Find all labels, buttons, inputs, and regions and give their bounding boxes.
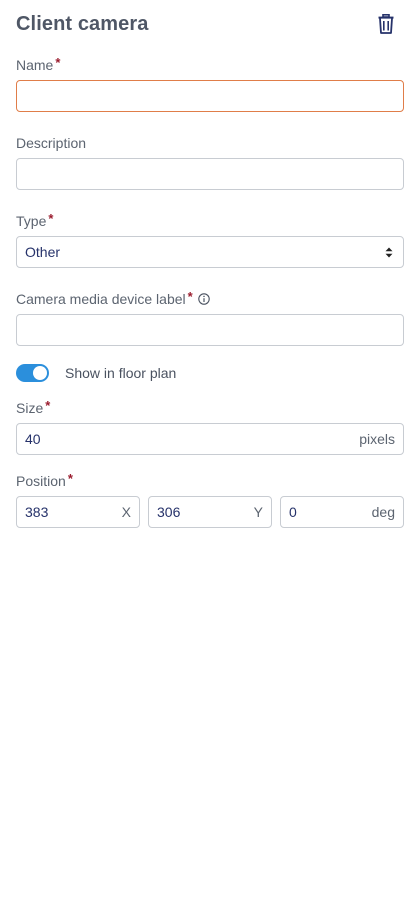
position-y-input[interactable] xyxy=(157,504,248,520)
position-label: Position * xyxy=(16,470,404,490)
description-input[interactable] xyxy=(25,166,395,182)
description-field[interactable] xyxy=(16,158,404,190)
position-label-text: Position xyxy=(16,473,66,489)
size-label-text: Size xyxy=(16,400,44,416)
required-marker: * xyxy=(67,470,73,486)
info-circle-icon[interactable] xyxy=(197,293,210,305)
panel-title: Client camera xyxy=(16,12,149,35)
floor-plan-toggle-label: Show in floor plan xyxy=(65,365,177,381)
type-label: Type * xyxy=(16,210,404,230)
position-x-input[interactable] xyxy=(25,504,116,520)
rotation-field[interactable]: deg xyxy=(280,496,404,528)
size-field[interactable]: pixels xyxy=(16,423,404,455)
floor-plan-toggle[interactable] xyxy=(16,364,49,382)
camera-label-input[interactable] xyxy=(25,322,395,338)
size-unit: pixels xyxy=(359,431,395,447)
name-label: Name * xyxy=(16,54,404,74)
rotation-unit: deg xyxy=(371,504,395,520)
sort-arrows-icon xyxy=(385,247,393,258)
panel-header: Client camera xyxy=(16,0,404,48)
required-marker: * xyxy=(48,210,54,226)
camera-label-label-text: Camera media device label xyxy=(16,291,186,307)
position-y-field[interactable]: Y xyxy=(148,496,272,528)
camera-label-label: Camera media device label * xyxy=(16,288,404,307)
position-row: X Y deg xyxy=(16,496,404,528)
camera-label-field[interactable] xyxy=(16,314,404,346)
name-input[interactable] xyxy=(25,88,395,104)
type-select[interactable]: Other xyxy=(16,236,404,268)
description-label: Description xyxy=(16,135,404,151)
toggle-knob xyxy=(33,366,47,380)
position-x-unit: X xyxy=(121,504,131,520)
floor-plan-toggle-row: Show in floor plan xyxy=(16,364,404,382)
description-label-text: Description xyxy=(16,135,87,151)
type-select-value: Other xyxy=(25,244,61,260)
type-label-text: Type xyxy=(16,213,47,229)
rotation-input[interactable] xyxy=(289,504,366,520)
client-camera-panel: Client camera Name * Description Type * … xyxy=(0,0,420,911)
name-field[interactable] xyxy=(16,80,404,112)
position-x-field[interactable]: X xyxy=(16,496,140,528)
name-label-text: Name xyxy=(16,57,54,73)
size-label: Size * xyxy=(16,397,404,417)
size-input[interactable] xyxy=(25,431,354,447)
required-marker: * xyxy=(55,54,61,70)
required-marker: * xyxy=(187,288,193,304)
position-y-unit: Y xyxy=(253,504,263,520)
trash-icon[interactable] xyxy=(378,13,396,35)
required-marker: * xyxy=(45,397,51,413)
